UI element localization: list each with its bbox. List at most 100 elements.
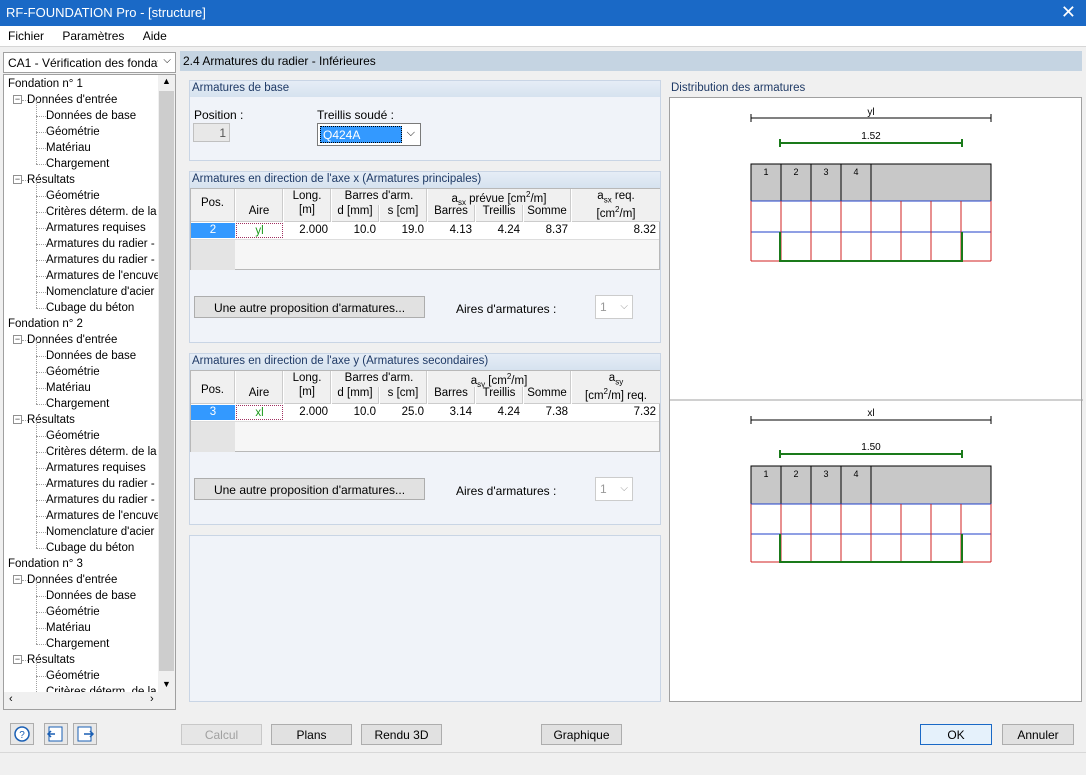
x-row-long[interactable]: 2.000 [284, 223, 328, 238]
tree-leaf-item[interactable]: Armatures du radier - Ir [46, 476, 165, 492]
export-icon[interactable] [73, 723, 97, 745]
tree-connector [36, 500, 37, 516]
tree-group-item[interactable]: Résultats [27, 412, 75, 428]
tree-connector [36, 388, 46, 389]
tree-connector [36, 612, 46, 613]
graphique-button[interactable]: Graphique [541, 724, 622, 745]
x-row-pos[interactable]: 2 [191, 223, 235, 238]
import-icon[interactable] [44, 723, 68, 745]
menu-aide[interactable]: Aide [135, 26, 174, 43]
tree-leaf-item[interactable]: Géométrie [46, 188, 100, 204]
x-row-d[interactable]: 10.0 [332, 223, 376, 238]
help-icon[interactable]: ? [10, 723, 34, 745]
y-row-d[interactable]: 10.0 [332, 405, 376, 420]
y-row-s[interactable]: 25.0 [380, 405, 424, 420]
tree-leaf-item[interactable]: Matériau [46, 620, 91, 636]
tree-leaf-item[interactable]: Cubage du béton [46, 540, 134, 556]
tree-leaf-item[interactable]: Géométrie [46, 604, 100, 620]
bottom-col-label: 2 [793, 469, 798, 479]
scrollbar-thumb[interactable] [159, 91, 174, 671]
tree-root-item[interactable]: Fondation n° 1 [8, 76, 83, 92]
x-row-treillis[interactable]: 4.24 [476, 223, 520, 238]
tree-group-item[interactable]: Données d'entrée [27, 572, 117, 588]
x-row-req[interactable]: 8.32 [572, 223, 656, 238]
tree-leaf-item[interactable]: Données de base [46, 348, 136, 364]
tree-vertical-scrollbar[interactable]: ▲ ▼ [158, 75, 175, 693]
col-long-1: Long. [292, 372, 322, 384]
y-row-long[interactable]: 2.000 [284, 405, 328, 420]
tree-leaf-item[interactable]: Nomenclature d'acier [46, 284, 154, 300]
tree-connector [36, 612, 37, 628]
menu-fichier[interactable]: Fichier [0, 26, 51, 43]
x-row-barres[interactable]: 4.13 [428, 223, 472, 238]
tree-leaf-item[interactable]: Chargement [46, 636, 109, 652]
x-proposition-button[interactable]: Une autre proposition d'armatures... [194, 296, 425, 318]
annuler-button[interactable]: Annuler [1002, 724, 1074, 745]
tree-leaf-item[interactable]: Armatures requises [46, 220, 146, 236]
treillis-select[interactable]: Q424A ⌵ [317, 123, 421, 146]
ok-button[interactable]: OK [920, 724, 992, 745]
tree-root-item[interactable]: Fondation n° 2 [8, 316, 83, 332]
calcul-button[interactable]: Calcul [181, 724, 262, 745]
y-aires-select[interactable]: 1 ⌵ [595, 477, 633, 501]
collapse-icon[interactable]: − [13, 95, 22, 104]
x-aires-select[interactable]: 1 ⌵ [595, 295, 633, 319]
tree-leaf-item[interactable]: Géométrie [46, 124, 100, 140]
y-row-treillis[interactable]: 4.24 [476, 405, 520, 420]
tree-leaf-item[interactable]: Données de base [46, 108, 136, 124]
collapse-icon[interactable]: − [13, 575, 22, 584]
rendu-3d-button[interactable]: Rendu 3D [361, 724, 442, 745]
collapse-icon[interactable]: − [13, 655, 22, 664]
tree-leaf-item[interactable]: Matériau [46, 380, 91, 396]
scroll-up-icon[interactable]: ▲ [162, 76, 171, 86]
tree-leaf-item[interactable]: Nomenclature d'acier [46, 524, 154, 540]
tree-leaf-item[interactable]: Géométrie [46, 428, 100, 444]
tree-connector [36, 644, 46, 645]
y-row-aire[interactable]: xl [236, 405, 283, 420]
tree-leaf-item[interactable]: Armatures du radier - S [46, 252, 166, 268]
tree-horizontal-scrollbar[interactable]: ‹ › [4, 692, 175, 709]
bottom-bar: ? Calcul Plans Rendu 3D Graphique OK Ann… [0, 712, 1086, 775]
tree-leaf-item[interactable]: Données de base [46, 588, 136, 604]
scroll-down-icon[interactable]: ▼ [162, 679, 171, 689]
collapse-icon[interactable]: − [13, 335, 22, 344]
tree-connector [36, 356, 46, 357]
req-post: req. [611, 190, 635, 202]
y-row-somme[interactable]: 7.38 [524, 405, 568, 420]
tree-group-item[interactable]: Résultats [27, 652, 75, 668]
tree-leaf-item[interactable]: Géométrie [46, 364, 100, 380]
tree-leaf-item[interactable]: Critères déterm. de la v [46, 204, 166, 220]
tree-leaf-item[interactable]: Matériau [46, 140, 91, 156]
y-row-req[interactable]: 7.32 [572, 405, 656, 420]
x-row-somme[interactable]: 8.37 [524, 223, 568, 238]
close-icon[interactable]: ✕ [1061, 2, 1076, 22]
tree-leaf-item[interactable]: Armatures de l'encuvem [46, 508, 170, 524]
x-row-aire[interactable]: yl [236, 223, 283, 238]
scroll-right-icon[interactable]: › [150, 693, 154, 705]
tree-leaf-item[interactable]: Chargement [46, 156, 109, 172]
tree-connector [36, 116, 37, 132]
menu-bar: Fichier Paramètres Aide [0, 26, 1086, 46]
collapse-icon[interactable]: − [13, 415, 22, 424]
tree-leaf-item[interactable]: Armatures requises [46, 460, 146, 476]
tree-group-item[interactable]: Résultats [27, 172, 75, 188]
tree-leaf-item[interactable]: Géométrie [46, 668, 100, 684]
plans-button[interactable]: Plans [271, 724, 352, 745]
tree-leaf-item[interactable]: Armatures du radier - Ir [46, 236, 165, 252]
tree-root-item[interactable]: Fondation n° 3 [8, 556, 83, 572]
tree-leaf-item[interactable]: Armatures de l'encuvem [46, 268, 170, 284]
scroll-left-icon[interactable]: ‹ [9, 693, 13, 705]
tree-leaf-item[interactable]: Cubage du béton [46, 300, 134, 316]
y-row-barres[interactable]: 3.14 [428, 405, 472, 420]
tree-leaf-item[interactable]: Armatures du radier - S [46, 492, 166, 508]
y-row-pos[interactable]: 3 [191, 405, 235, 420]
x-row-s[interactable]: 19.0 [380, 223, 424, 238]
y-proposition-button[interactable]: Une autre proposition d'armatures... [194, 478, 425, 500]
tree-leaf-item[interactable]: Chargement [46, 396, 109, 412]
tree-leaf-item[interactable]: Critères déterm. de la v [46, 444, 166, 460]
case-select[interactable]: CA1 - Vérification des fondation ⌵ [3, 52, 176, 73]
tree-group-item[interactable]: Données d'entrée [27, 332, 117, 348]
collapse-icon[interactable]: − [13, 175, 22, 184]
menu-parametres[interactable]: Paramètres [54, 26, 131, 43]
tree-group-item[interactable]: Données d'entrée [27, 92, 117, 108]
